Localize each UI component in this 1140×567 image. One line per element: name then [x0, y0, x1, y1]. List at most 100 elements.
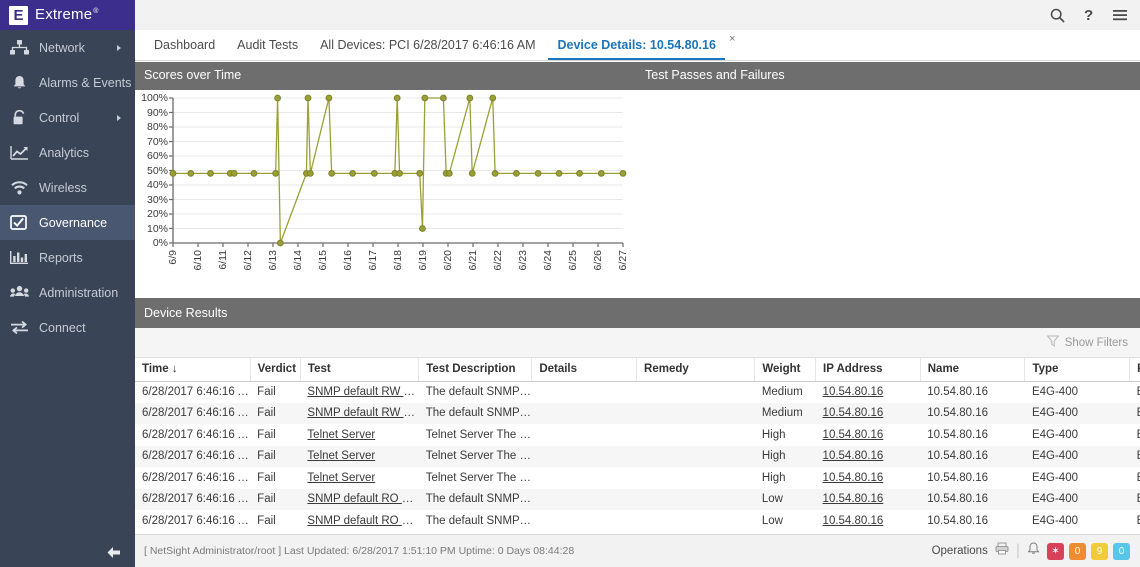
exchange-arrows-icon — [10, 320, 29, 336]
y-axis-tick-label: 100% — [141, 92, 168, 104]
cell-ip[interactable]: 10.54.80.16 — [816, 510, 921, 532]
top-header-bar: ? — [135, 0, 1140, 30]
cell-test[interactable]: SNMP default RW co… — [300, 381, 418, 403]
cell-type: E4G-400 — [1031, 428, 1078, 441]
menu-icon[interactable] — [1112, 8, 1128, 22]
cell-ip[interactable]: 10.54.80.16 — [816, 381, 921, 403]
cell-test[interactable]: Telnet Server — [300, 467, 418, 489]
test-link[interactable]: Telnet Server — [307, 472, 375, 484]
cell-weight: High — [761, 471, 786, 484]
sidebar-item-administration[interactable]: Administration — [0, 275, 135, 310]
help-icon[interactable]: ? — [1082, 7, 1095, 23]
cell-ip[interactable]: 10.54.80.16 — [816, 446, 921, 468]
table-row[interactable]: 6/28/2017 6:46:16 AM Fail SNMP default RW … — [135, 402, 1140, 425]
search-icon[interactable] — [1050, 8, 1065, 23]
sidebar-item-network[interactable]: Network — [0, 30, 135, 65]
cell-ip[interactable]: 10.54.80.16 — [816, 424, 921, 446]
table-row[interactable]: 6/28/2017 6:46:16 AM Fail Telnet Server Tel… — [135, 467, 1140, 489]
network-icon — [10, 40, 29, 56]
column-header-verdict[interactable]: Verdict — [250, 358, 301, 382]
table-vertical-scrollbar[interactable] — [1134, 358, 1140, 534]
ip-link[interactable]: 10.54.80.16 — [823, 429, 884, 441]
sidebar-item-reports[interactable]: Reports — [0, 240, 135, 275]
column-header-weight[interactable]: Weight — [754, 358, 817, 382]
table-row[interactable]: 6/28/2017 6:46:16 AM Fail SNMP default RW … — [135, 381, 1140, 403]
line-chart-icon — [10, 145, 29, 161]
cell-test[interactable]: SNMP default RO co… — [300, 510, 418, 532]
table-row[interactable]: 6/28/2017 6:46:16 AM Fail SNMP default RO … — [135, 510, 1140, 532]
cell-verdict: Fail — [257, 493, 276, 506]
test-link[interactable]: Telnet Server — [307, 450, 375, 462]
cell-ip[interactable]: 10.54.80.16 — [816, 489, 921, 511]
sidebar-item-alarms-events[interactable]: Alarms & Events — [0, 65, 135, 100]
table-row[interactable]: 6/28/2017 6:46:16 AM Fail Telnet Server Tel… — [135, 445, 1140, 468]
sidebar-item-governance[interactable]: Governance — [0, 205, 135, 240]
test-link[interactable]: SNMP default RO co… — [307, 515, 418, 527]
lock-icon — [10, 110, 29, 126]
ip-link[interactable]: 10.54.80.16 — [823, 472, 884, 484]
table-row[interactable]: 6/28/2017 6:46:16 AM Fail SNMP default RO … — [135, 488, 1140, 511]
warning-alarm-badge[interactable]: 9 — [1091, 542, 1108, 560]
tab-dashboard[interactable]: Dashboard — [143, 38, 226, 60]
operations-label[interactable]: Operations — [932, 545, 988, 557]
test-link[interactable]: SNMP default RW co… — [307, 407, 418, 419]
column-header-test-description[interactable]: Test Description — [418, 358, 533, 382]
cell-test[interactable]: Telnet Server — [300, 446, 418, 468]
error-alarm-badge[interactable]: 0 — [1069, 542, 1086, 560]
cell-test[interactable]: Telnet Server — [300, 424, 418, 446]
ip-link[interactable]: 10.54.80.16 — [823, 450, 884, 462]
column-header-time[interactable]: Time ↓ — [135, 358, 251, 382]
table-row[interactable]: 6/28/2017 6:46:16 AM Fail Telnet Server Tel… — [135, 424, 1140, 446]
ip-link[interactable]: 10.54.80.16 — [823, 493, 884, 505]
ip-link[interactable]: 10.54.80.16 — [823, 515, 884, 527]
tab-device-details[interactable]: Device Details: 10.54.80.16 — [546, 38, 726, 60]
tab-close-icon[interactable]: × — [727, 33, 739, 53]
column-header-test[interactable]: Test — [300, 358, 420, 382]
column-header-name[interactable]: Name — [920, 358, 1026, 382]
cell-details — [532, 467, 637, 489]
cell-type: E4G-400 — [1031, 407, 1078, 420]
test-link[interactable]: SNMP default RW co… — [307, 386, 418, 398]
ip-link[interactable]: 10.54.80.16 — [823, 386, 884, 398]
sidebar-item-control[interactable]: Control — [0, 100, 135, 135]
cell-name: 10.54.80.16 — [927, 471, 989, 484]
column-header-ip-address[interactable]: IP Address — [815, 358, 921, 382]
sidebar-item-wireless[interactable]: Wireless — [0, 170, 135, 205]
y-axis-tick-label: 50% — [146, 164, 168, 177]
cell-ip[interactable]: 10.54.80.16 — [816, 467, 921, 489]
sidebar-collapse-button[interactable] — [0, 537, 135, 567]
cell-name: 10.54.80.16 — [927, 493, 989, 506]
cell-type: E4G-400 — [1031, 386, 1078, 398]
cell-test[interactable]: SNMP default RW co… — [300, 403, 418, 425]
cell-remedy — [637, 381, 755, 403]
column-header-type[interactable]: Type — [1024, 358, 1131, 382]
x-axis-tick-label: 6/20 — [442, 250, 454, 271]
column-header-remedy[interactable]: Remedy — [636, 358, 756, 382]
scores-over-time-chart[interactable]: 0% 10% 20% 30% 40% 50% 60% 70% 80% 90% 100% 6/9 6/10… — [135, 90, 635, 298]
ip-link[interactable]: 10.54.80.16 — [823, 407, 884, 419]
test-link[interactable]: Telnet Server — [307, 429, 375, 441]
sidebar-item-analytics[interactable]: Analytics — [0, 135, 135, 170]
tab-audit-tests[interactable]: Audit Tests — [226, 38, 309, 60]
cell-name: 10.54.80.16 — [927, 428, 989, 441]
printer-icon[interactable] — [995, 542, 1009, 560]
critical-alarm-badge[interactable]: ✶ — [1047, 542, 1064, 560]
cell-remedy — [637, 467, 755, 489]
column-header-details[interactable]: Details — [531, 358, 638, 382]
cell-weight: Medium — [761, 407, 803, 420]
y-axis-tick-label: 20% — [146, 208, 168, 220]
test-link[interactable]: SNMP default RO co… — [307, 493, 418, 505]
arrow-left-icon — [107, 546, 120, 558]
y-axis-tick-label: 70% — [146, 135, 168, 148]
sidebar-item-connect[interactable]: Connect — [0, 310, 135, 345]
cell-ip[interactable]: 10.54.80.16 — [816, 403, 921, 425]
info-alarm-badge[interactable]: 0 — [1113, 542, 1130, 560]
cell-test[interactable]: SNMP default RO co… — [300, 489, 418, 511]
cell-description: Telnet Server The tel… — [425, 428, 532, 441]
funnel-icon[interactable] — [1046, 334, 1060, 352]
show-filters-button[interactable]: Show Filters — [1065, 337, 1128, 349]
tab-all-devices[interactable]: All Devices: PCI 6/28/2017 6:46:16 AM — [309, 38, 546, 60]
cell-remedy — [637, 510, 755, 532]
bell-icon[interactable] — [1027, 541, 1040, 561]
brand-logo[interactable]: E Extreme® — [0, 0, 135, 30]
